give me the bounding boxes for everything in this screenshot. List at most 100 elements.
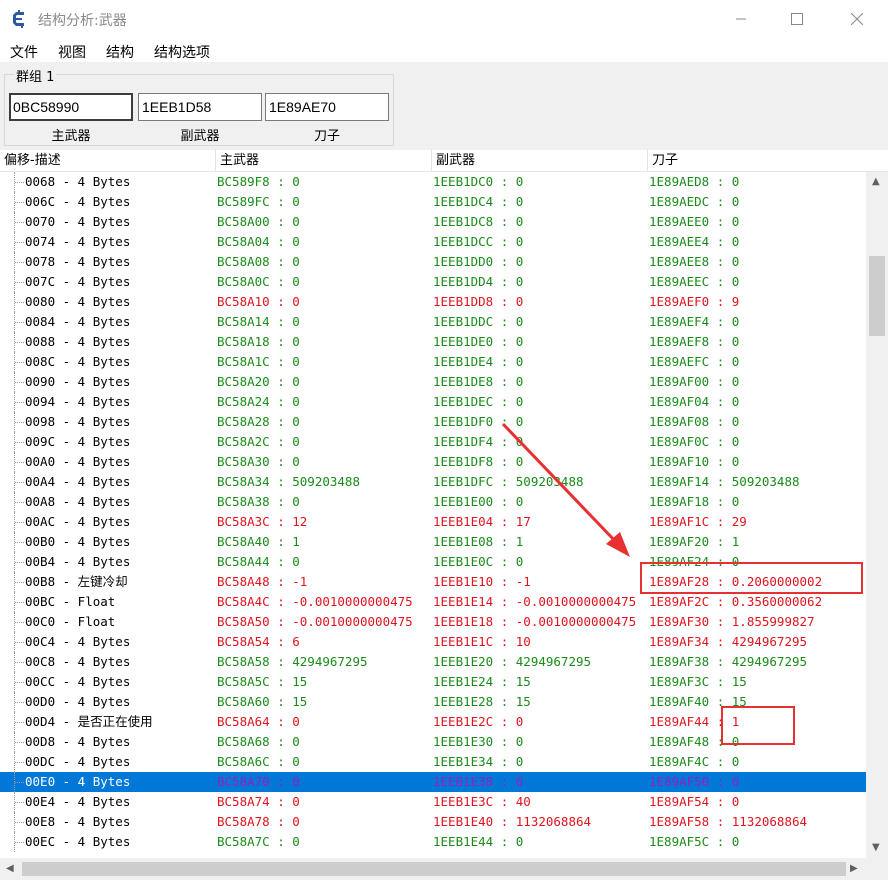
structure-row[interactable]: 00E8 - 4 Bytes BC58A78 : 0 1EEB1E40 : 1132… — [0, 812, 866, 832]
structure-row[interactable]: 0088 - 4 Bytes BC58A18 : 0 1EEB1DE0 : 0 1E8… — [0, 332, 866, 352]
minimize-icon — [736, 18, 746, 20]
scroll-right-icon[interactable]: ▶ — [850, 863, 858, 874]
structure-row[interactable]: 00C4 - 4 Bytes BC58A54 : 6 1EEB1E1C : 10 1E… — [0, 632, 866, 652]
address-label-knife: 刀子 — [313, 129, 340, 144]
header-primary[interactable]: 主武器 — [216, 150, 431, 171]
knife-value: 1E89AF20 : 1 — [649, 534, 740, 549]
maximize-button[interactable] — [774, 2, 820, 36]
structure-row[interactable]: 0068 - 4 Bytes BC589F8 : 0 1EEB1DC0 : 0 1E8… — [0, 172, 866, 192]
tree-branch — [15, 742, 24, 743]
cheat-engine-icon — [13, 10, 24, 28]
address-label-secondary: 副武器 — [180, 129, 220, 144]
tree-branch — [15, 502, 24, 503]
structure-row[interactable]: 00B0 - 4 Bytes BC58A40 : 1 1EEB1E08 : 1 1E8… — [0, 532, 866, 552]
secondary-value: 1EEB1DF8 : 0 — [433, 454, 524, 469]
knife-value: 1E89AF50 : 0 — [649, 774, 740, 789]
knife-value: 1E89AF3C : 15 — [649, 674, 747, 689]
structure-row[interactable]: 00A0 - 4 Bytes BC58A30 : 0 1EEB1DF8 : 0 1E8… — [0, 452, 866, 472]
structure-row[interactable]: 00EC - 4 Bytes BC58A7C : 0 1EEB1E44 : 0 1E8… — [0, 832, 866, 852]
structure-row[interactable]: 006C - 4 Bytes BC589FC : 0 1EEB1DC4 : 0 1E8… — [0, 192, 866, 212]
address-field-secondary[interactable]: 1EEB1D58 — [138, 93, 262, 121]
minimize-button[interactable] — [718, 2, 764, 36]
menu-structure[interactable]: 结构 — [106, 42, 134, 62]
tree-branch — [15, 402, 24, 403]
structure-row[interactable]: 00A8 - 4 Bytes BC58A38 : 0 1EEB1E00 : 0 1E8… — [0, 492, 866, 512]
structure-row[interactable]: 00DC - 4 Bytes BC58A6C : 0 1EEB1E34 : 0 1E8… — [0, 752, 866, 772]
structure-row[interactable]: 0080 - 4 Bytes BC58A10 : 0 1EEB1DD8 : 0 1E8… — [0, 292, 866, 312]
menu-structure-options[interactable]: 结构选项 — [154, 42, 210, 62]
close-button[interactable] — [834, 2, 880, 36]
offset-description: 00D4 - 是否正在使用 — [25, 714, 153, 729]
secondary-value: 1EEB1E24 : 15 — [433, 674, 531, 689]
offset-description: 00B4 - 4 Bytes — [25, 554, 131, 569]
structure-row[interactable]: 00A4 - 4 Bytes BC58A34 : 509203488 1EEB1DF… — [0, 472, 866, 492]
menu-view[interactable]: 视图 — [58, 42, 86, 62]
address-field-primary[interactable]: 0BC58990 — [9, 93, 133, 121]
structure-row[interactable]: 00E0 - 4 Bytes BC58A70 : 0 1EEB1E38 : 0 1E8… — [0, 772, 866, 792]
knife-value: 1E89AF18 : 0 — [649, 494, 740, 509]
knife-value: 1E89AF1C : 29 — [649, 514, 747, 529]
structure-row[interactable]: 00C8 - 4 Bytes BC58A58 : 4294967295 1EEB1E… — [0, 652, 866, 672]
offset-description: 00CC - 4 Bytes — [25, 674, 131, 689]
address-field-knife[interactable]: 1E89AE70 — [265, 93, 389, 121]
tree-branch — [15, 342, 24, 343]
structure-row[interactable]: 00AC - 4 Bytes BC58A3C : 12 1EEB1E04 : 17 1… — [0, 512, 866, 532]
structure-row[interactable]: 00E4 - 4 Bytes BC58A74 : 0 1EEB1E3C : 40 1E… — [0, 792, 866, 812]
knife-value: 1E89AF34 : 4294967295 — [649, 634, 808, 649]
knife-value: 1E89AEE8 : 0 — [649, 254, 740, 269]
knife-value: 1E89AF0C : 0 — [649, 434, 740, 449]
offset-description: 00A0 - 4 Bytes — [25, 454, 131, 469]
menu-file[interactable]: 文件 — [10, 42, 38, 62]
structure-row[interactable]: 009C - 4 Bytes BC58A2C : 0 1EEB1DF4 : 0 1E8… — [0, 432, 866, 452]
knife-value: 1E89AF10 : 0 — [649, 454, 740, 469]
knife-value: 1E89AF04 : 0 — [649, 394, 740, 409]
structure-row[interactable]: 0094 - 4 Bytes BC58A24 : 0 1EEB1DEC : 0 1E8… — [0, 392, 866, 412]
horizontal-scroll-thumb[interactable] — [22, 862, 846, 876]
structure-row[interactable]: 0078 - 4 Bytes BC58A08 : 0 1EEB1DD0 : 0 1E8… — [0, 252, 866, 272]
offset-description: 00BC - Float — [25, 594, 116, 609]
secondary-value: 1EEB1E2C : 0 — [433, 714, 524, 729]
structure-row[interactable]: 0074 - 4 Bytes BC58A04 : 0 1EEB1DCC : 0 1E8… — [0, 232, 866, 252]
scroll-down-icon[interactable]: ▼ — [872, 842, 880, 853]
knife-value: 1E89AEF8 : 0 — [649, 334, 740, 349]
offset-description: 00A4 - 4 Bytes — [25, 474, 131, 489]
structure-row[interactable]: 00CC - 4 Bytes BC58A5C : 15 1EEB1E24 : 15 1… — [0, 672, 866, 692]
knife-value: 1E89AF14 : 509203488 — [649, 474, 800, 489]
secondary-value: 1EEB1DFC : 509203488 — [433, 474, 584, 489]
header-secondary[interactable]: 副武器 — [432, 150, 647, 171]
primary-value: BC58A14 : 0 — [217, 314, 300, 329]
tree-branch — [15, 782, 24, 783]
primary-value: BC58A4C : -0.0010000000475 — [217, 594, 413, 609]
horizontal-scrollbar[interactable]: ◀ ▶ — [0, 858, 866, 880]
secondary-value: 1EEB1DD0 : 0 — [433, 254, 524, 269]
offset-description: 00C4 - 4 Bytes — [25, 634, 131, 649]
secondary-value: 1EEB1DF0 : 0 — [433, 414, 524, 429]
primary-value: BC589F8 : 0 — [217, 174, 300, 189]
primary-value: BC58A04 : 0 — [217, 234, 300, 249]
secondary-value: 1EEB1E3C : 40 — [433, 794, 531, 809]
structure-row[interactable]: 00C0 - Float BC58A50 : -0.0010000000475 1E… — [0, 612, 866, 632]
structure-row[interactable]: 0098 - 4 Bytes BC58A28 : 0 1EEB1DF0 : 0 1E8… — [0, 412, 866, 432]
structure-row[interactable]: 008C - 4 Bytes BC58A1C : 0 1EEB1DE4 : 0 1E8… — [0, 352, 866, 372]
scroll-left-icon[interactable]: ◀ — [6, 863, 14, 874]
offset-description: 0074 - 4 Bytes — [25, 234, 131, 249]
structure-row[interactable]: 007C - 4 Bytes BC58A0C : 0 1EEB1DD4 : 0 1E8… — [0, 272, 866, 292]
tree-branch — [15, 842, 24, 843]
structure-row[interactable]: 0084 - 4 Bytes BC58A14 : 0 1EEB1DDC : 0 1E8… — [0, 312, 866, 332]
structure-row[interactable]: 00BC - Float BC58A4C : -0.0010000000475 1E… — [0, 592, 866, 612]
secondary-value: 1EEB1E28 : 15 — [433, 694, 531, 709]
knife-value: 1E89AEEC : 0 — [649, 274, 740, 289]
primary-value: BC58A50 : -0.0010000000475 — [217, 614, 413, 629]
structure-row[interactable]: 0070 - 4 Bytes BC58A00 : 0 1EEB1DC8 : 0 1E8… — [0, 212, 866, 232]
header-offset-desc[interactable]: 偏移-描述 — [0, 150, 215, 171]
tree-branch — [15, 202, 24, 203]
vertical-scroll-thumb[interactable] — [869, 256, 885, 336]
secondary-value: 1EEB1DC8 : 0 — [433, 214, 524, 229]
primary-value: BC58A20 : 0 — [217, 374, 300, 389]
header-knife[interactable]: 刀子 — [648, 150, 864, 171]
structure-row[interactable]: 0090 - 4 Bytes BC58A20 : 0 1EEB1DE8 : 0 1E8… — [0, 372, 866, 392]
secondary-value: 1EEB1E30 : 0 — [433, 734, 524, 749]
scroll-up-icon[interactable]: ▲ — [872, 176, 880, 187]
secondary-value: 1EEB1E10 : -1 — [433, 574, 531, 589]
vertical-scrollbar[interactable]: ▲ — [866, 172, 888, 858]
